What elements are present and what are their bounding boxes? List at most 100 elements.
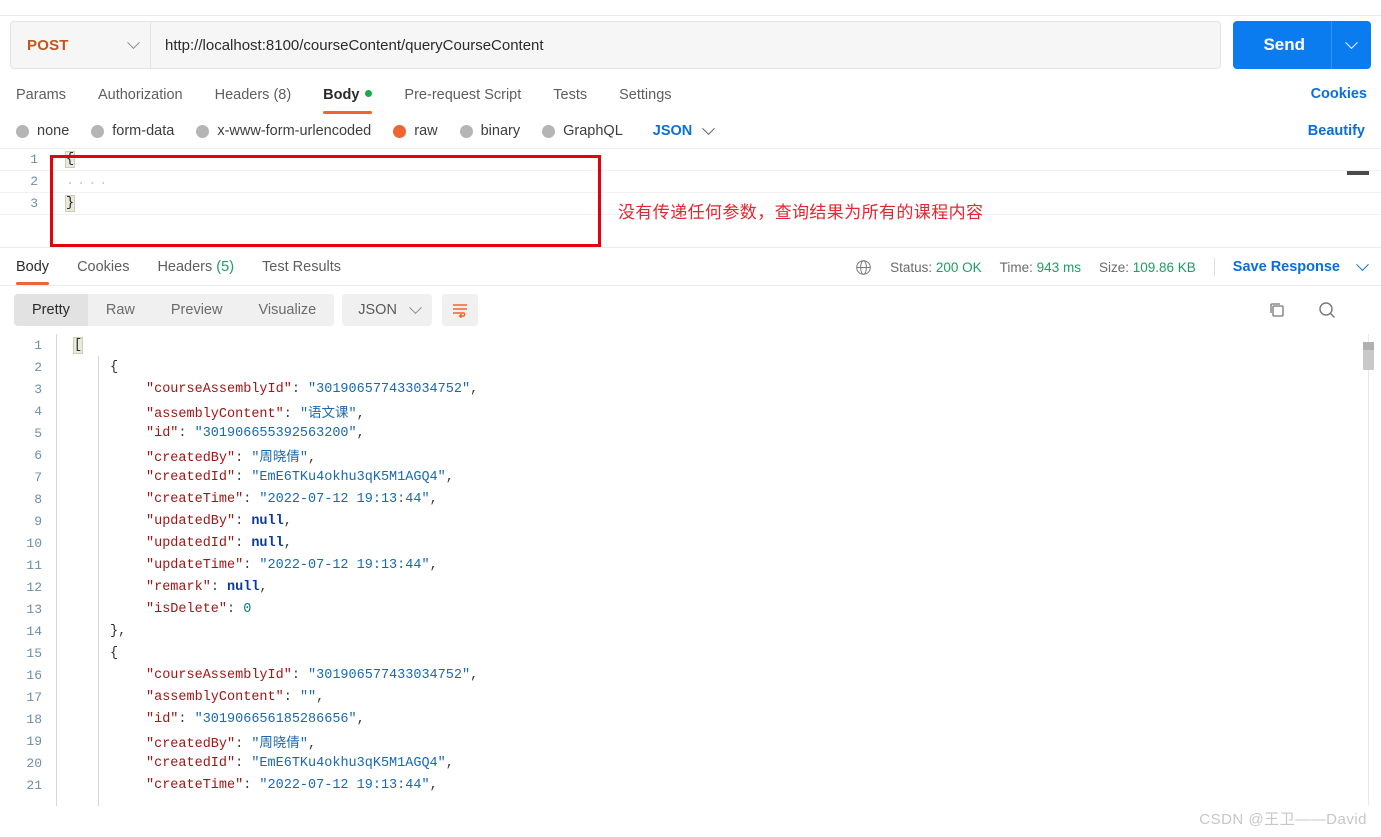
response-code-line: 15 { [0,642,1381,664]
line-number: 8 [34,491,42,507]
line-number: 3 [30,196,38,211]
request-tab-tests[interactable]: Tests [537,87,603,114]
cookies-link[interactable]: Cookies [1311,86,1367,102]
beautify-link-wrap: Beautify [1308,122,1365,140]
wrap-lines-button[interactable] [441,294,478,326]
watermark: CSDN @王卫——David [1199,811,1367,828]
response-code-line: 3 "courseAssemblyId": "301906577433034752… [0,378,1381,400]
chevron-down-icon [1345,35,1358,49]
http-method-dropdown[interactable]: POST [10,21,150,69]
request-code-line: 2.... [0,171,1381,193]
response-tab-body[interactable]: Body [14,259,63,285]
request-tab-label: Pre-request Script [404,87,522,103]
body-type-radio-x-www-form-urlencoded[interactable]: x-www-form-urlencoded [196,123,371,139]
response-code-text: "updatedBy": null, [146,513,292,529]
response-tab-cookies[interactable]: Cookies [63,259,143,285]
line-number: 3 [34,381,42,397]
response-tab-count: (5) [216,259,235,275]
unsaved-dot-icon [365,90,373,97]
body-type-radio-raw[interactable]: raw [393,123,438,139]
time-label: Time: [999,259,1033,275]
response-format-dropdown[interactable]: JSON [342,294,432,326]
url-input[interactable]: http://localhost:8100/courseContent/quer… [150,21,1222,69]
request-url-bar: POST http://localhost:8100/courseContent… [0,16,1381,74]
radio-icon [393,124,407,138]
whitespace-dots: .... [66,174,111,189]
request-tab-params[interactable]: Params [14,87,82,114]
line-number: 9 [34,513,42,529]
request-tab-headers-8[interactable]: Headers (8) [199,87,308,114]
request-editor-scrollbar[interactable] [1347,171,1369,175]
view-mode-preview[interactable]: Preview [153,294,241,326]
view-mode-label: Pretty [32,302,70,318]
fold-guide [56,334,57,806]
brace-token: } [64,195,76,212]
search-icon[interactable] [1317,300,1337,320]
status-value: 200 OK [935,259,982,275]
line-number: 1 [34,337,42,353]
view-mode-visualize[interactable]: Visualize [240,294,334,326]
request-tab-label: Body [323,87,360,103]
radio-icon [91,124,105,138]
chevron-down-icon [702,121,716,135]
body-type-radio-form-data[interactable]: form-data [91,123,174,139]
request-code-text: } [52,195,76,212]
request-tab-authorization[interactable]: Authorization [82,87,199,114]
response-code-line: 5 "id": "301906655392563200", [0,422,1381,444]
send-options-button[interactable] [1331,21,1371,69]
line-number: 10 [26,535,42,551]
body-type-label: binary [480,123,521,139]
response-code-line: 19 "createdBy": "周晓倩", [0,730,1381,752]
request-code-text: { [52,151,76,168]
response-code: 1[2{3 "courseAssemblyId": "30190657743303… [0,334,1381,796]
response-header: Body Cookies Headers (5) Test Results Statu… [0,248,1381,286]
response-format-label: JSON [358,302,397,318]
response-tab-test-results[interactable]: Test Results [248,259,355,285]
response-scrollbar-thumb-cap [1363,342,1374,350]
send-button[interactable]: Send [1233,21,1331,69]
size-value: 109.86 KB [1132,259,1196,275]
raw-format-dropdown[interactable]: JSON [653,121,716,139]
view-mode-label: Visualize [258,302,317,318]
line-number: 6 [34,447,42,463]
response-toolbar-actions [1267,300,1367,320]
body-type-radio-none[interactable]: none [16,123,69,139]
response-code-line: 8 "createTime": "2022-07-12 19:13:44", [0,488,1381,510]
request-tab-settings[interactable]: Settings [603,87,687,114]
body-type-radio-binary[interactable]: binary [459,123,521,139]
line-number: 1 [30,152,38,167]
response-code-line: 16 "courseAssemblyId": "30190657743303475… [0,664,1381,686]
view-mode-raw[interactable]: Raw [88,294,153,326]
response-tab-label: Body [16,259,50,275]
response-code-text: { [110,359,119,375]
copy-icon[interactable] [1267,300,1287,320]
response-code-text: "createTime": "2022-07-12 19:13:44", [146,491,438,507]
url-text: http://localhost:8100/courseContent/quer… [165,36,544,54]
response-code-line: 1[ [0,334,1381,356]
meta-divider [1213,258,1215,276]
request-tab-body[interactable]: Body [307,87,388,114]
save-response-button[interactable]: Save Response [1233,259,1340,275]
beautify-link[interactable]: Beautify [1308,123,1365,139]
response-code-line: 11 "updateTime": "2022-07-12 19:13:44", [0,554,1381,576]
request-code-text: .... [52,174,110,189]
response-code-text: "courseAssemblyId": "301906577433034752"… [146,381,479,397]
response-tab-headers-5[interactable]: Headers (5) [143,259,248,285]
chevron-down-icon[interactable] [1356,257,1369,271]
window-top-strip [0,0,1381,16]
response-code-text: "id": "301906656185286656", [146,711,365,727]
response-code-line: 21 "createTime": "2022-07-12 19:13:44", [0,774,1381,796]
response-code-text: "isDelete": 0 [146,601,252,617]
body-type-radio-graphql[interactable]: GraphQL [542,123,623,139]
line-number: 5 [34,425,42,441]
view-mode-label: Raw [105,302,135,318]
view-mode-pretty[interactable]: Pretty [14,294,88,326]
wrap-lines-icon [452,304,467,318]
size-badge: Size: 109.86 KB [1099,260,1196,275]
response-body-viewer[interactable]: 1[2{3 "courseAssemblyId": "30190657743303… [0,334,1381,806]
radio-icon [196,124,210,138]
annotation-text: 没有传递任何参数，查询结果为所有的课程内容 [618,203,984,222]
response-scrollbar-track[interactable] [1368,334,1369,806]
request-tab-pre-request-script[interactable]: Pre-request Script [388,87,537,114]
body-type-label: form-data [112,123,175,139]
